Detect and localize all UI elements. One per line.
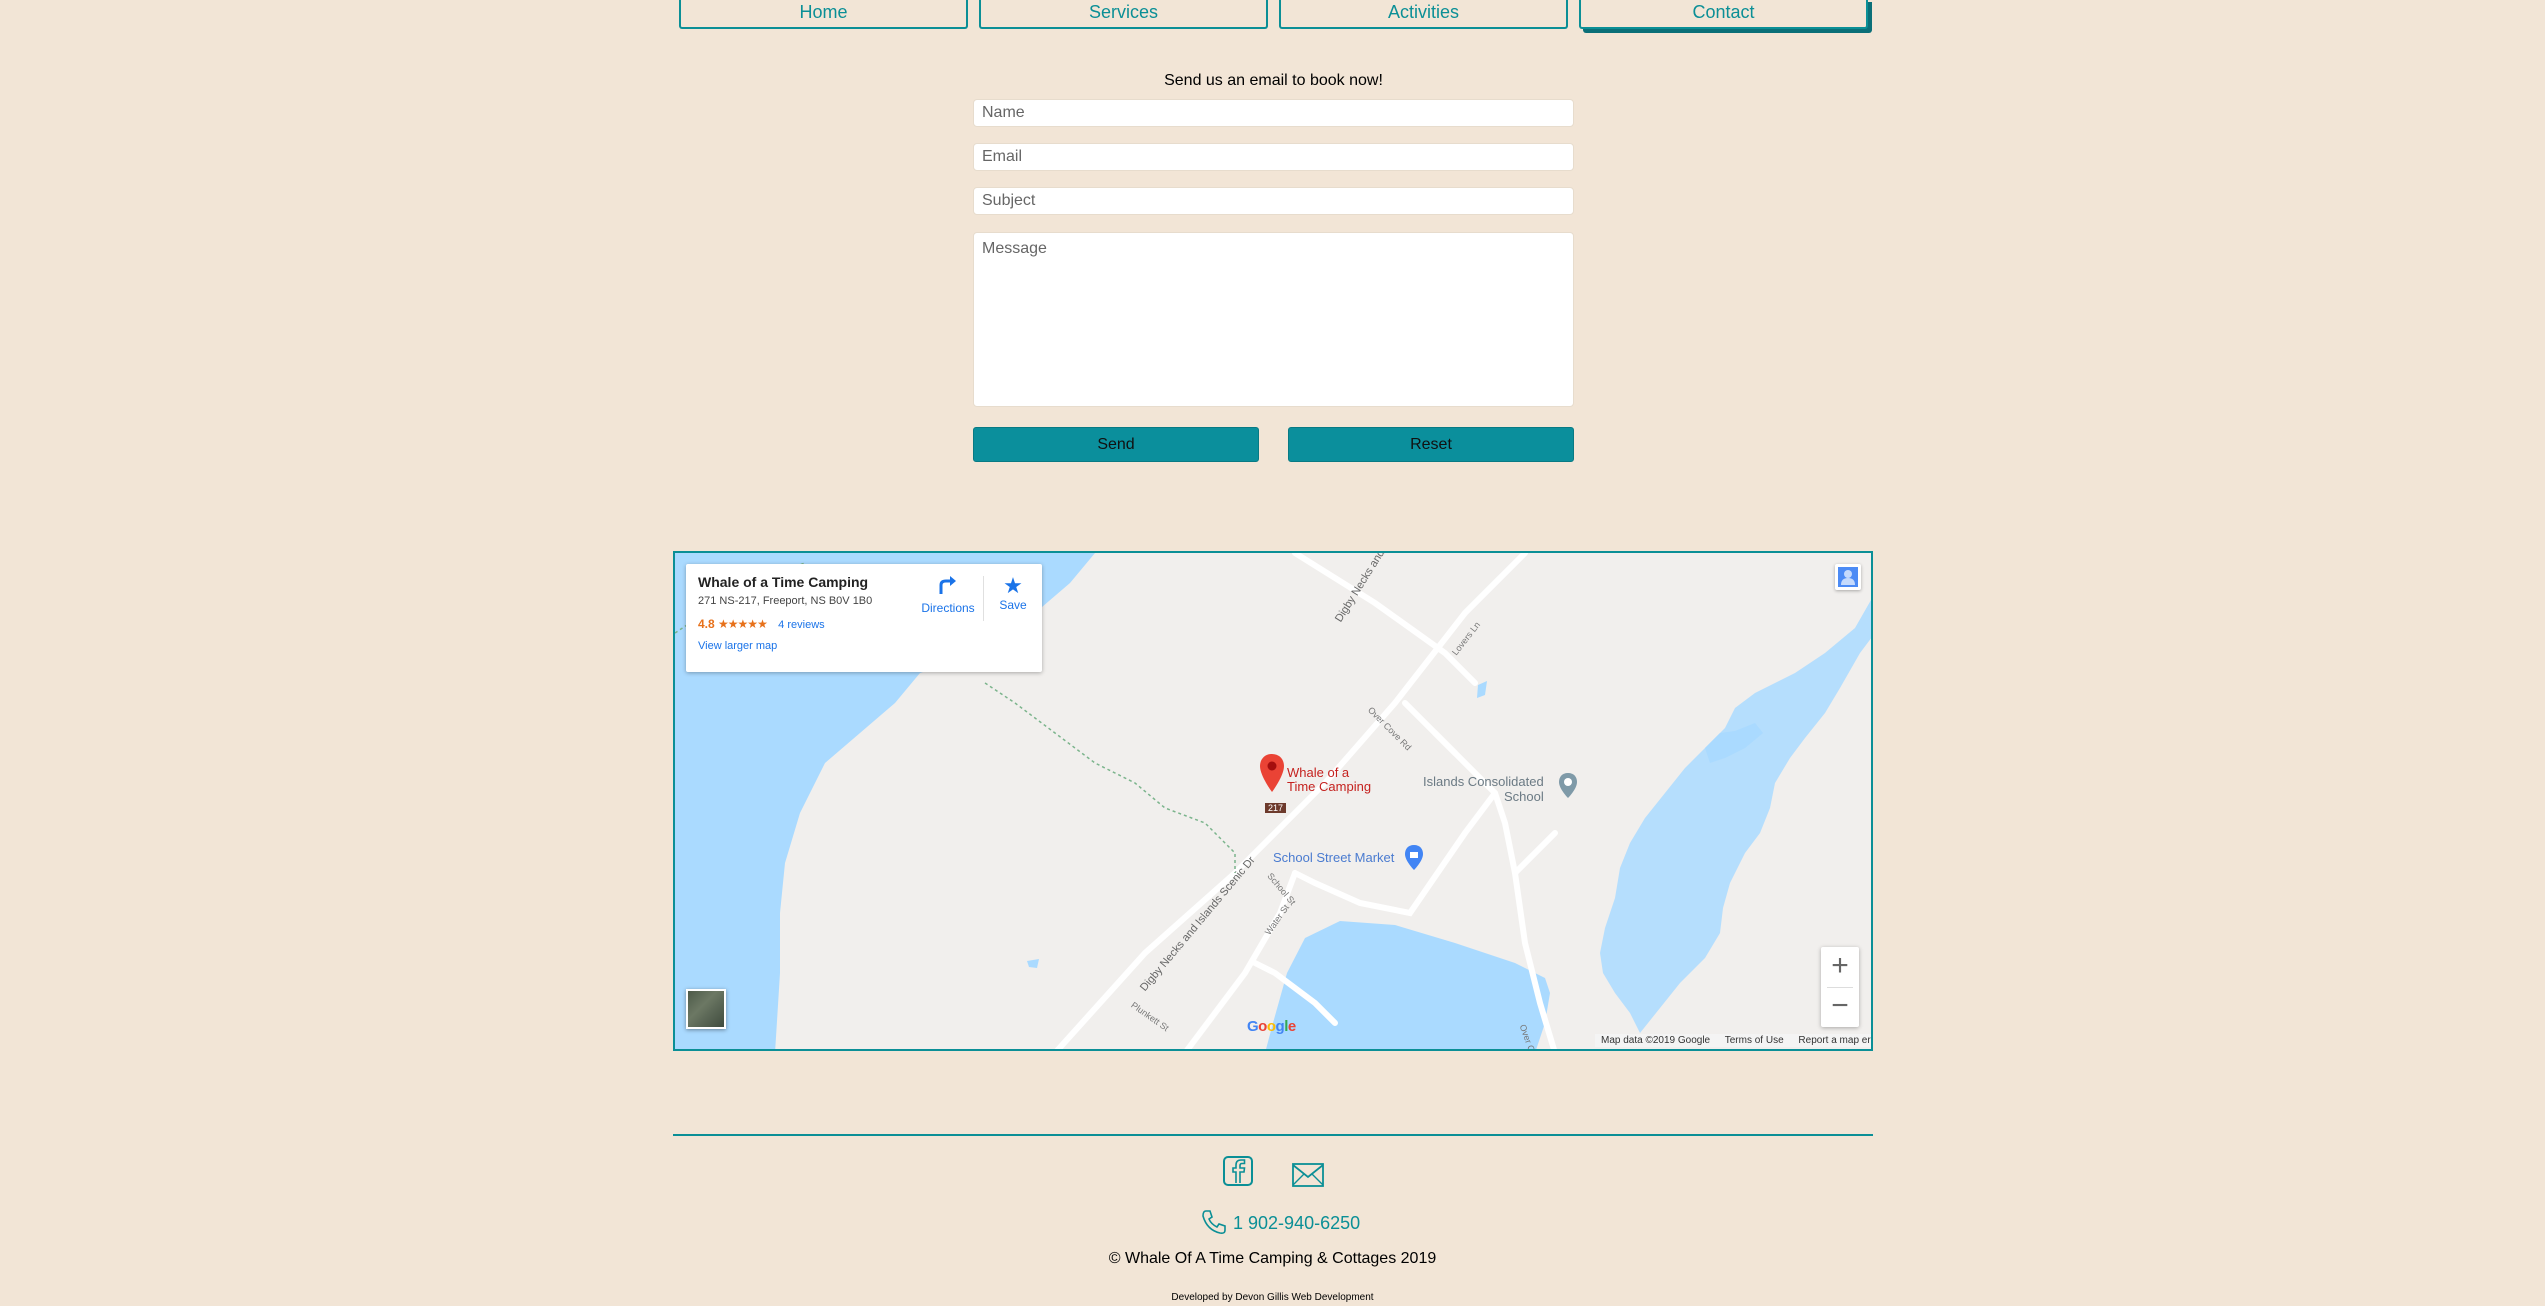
star-icon: ★ (1003, 573, 1023, 598)
zoom-in-button[interactable]: + (1821, 947, 1859, 987)
place-name: Whale of a Time Camping (698, 574, 869, 590)
footer-divider (673, 1134, 1873, 1136)
highway-shield: 217 (1265, 803, 1287, 813)
location-pin-icon (1260, 754, 1284, 792)
zoom-separator (1827, 987, 1853, 988)
copyright-text: © Whale Of A Time Camping & Cottages 201… (1108, 1250, 1437, 1267)
tab-contact[interactable]: Contact (1579, 0, 1868, 29)
reviews-link[interactable]: 4 reviews (778, 619, 824, 631)
subject-field[interactable]: Subject (973, 187, 1574, 215)
tab-services[interactable]: Services (979, 0, 1268, 29)
google-logo: Google (1247, 1018, 1296, 1035)
save-place-button[interactable]: ★ Save (988, 573, 1038, 613)
zoom-control: + − (1821, 947, 1859, 1027)
send-button[interactable]: Send (973, 427, 1259, 462)
embedded-map[interactable]: Whale of a Time Camping 271 NS-217, Free… (673, 551, 1873, 1051)
pin-label-line2: Time Camping (1287, 779, 1372, 794)
facebook-icon[interactable] (1222, 1155, 1254, 1187)
name-field[interactable]: Name (973, 99, 1574, 127)
message-field[interactable]: Message (973, 232, 1574, 407)
poi-school-label: Islands Consolidated School (1423, 774, 1544, 804)
reset-button[interactable]: Reset (1288, 427, 1574, 462)
poi-market-label: School Street Market (1273, 850, 1395, 865)
directions-label: Directions (921, 601, 975, 615)
map-data-text: Map data ©2019 Google (1601, 1035, 1711, 1046)
poi-school-line2: School (1503, 789, 1544, 804)
water-small (1477, 681, 1487, 698)
street-view-pegman[interactable] (1835, 564, 1861, 590)
satellite-toggle-button[interactable] (686, 989, 726, 1029)
phone-link[interactable]: 1 902-940-6250 (1200, 1208, 1360, 1236)
developer-credit: Developed by Devon Gillis Web Developmen… (1171, 1292, 1374, 1303)
view-larger-map-link[interactable]: View larger map (698, 640, 1030, 652)
phone-icon (1202, 1210, 1226, 1234)
place-address: 271 NS-217, Freeport, NS B0V 1B0 (698, 595, 873, 607)
place-info-card: Whale of a Time Camping 271 NS-217, Free… (686, 564, 1042, 672)
main-nav: Home Services Activities Contact (677, 0, 1875, 30)
directions-icon (918, 574, 978, 601)
envelope-icon[interactable] (1292, 1159, 1324, 1191)
pin-label-line1: Whale of a (1287, 765, 1350, 780)
zoom-out-button[interactable]: − (1821, 987, 1859, 1027)
pegman-icon (1838, 567, 1858, 587)
card-divider (983, 576, 984, 621)
poi-school-line1: Islands Consolidated (1423, 774, 1544, 789)
water-dot (1027, 959, 1039, 968)
save-label: Save (999, 598, 1027, 612)
rating-row: 4.8 ★★★★★ 4 reviews (698, 617, 1030, 631)
school-marker-icon (1559, 773, 1577, 798)
phone-number: 1 902-940-6250 (1233, 1213, 1361, 1233)
email-field[interactable]: Email (973, 143, 1574, 171)
map-attribution: Map data ©2019 Google Terms of Use Repor… (1595, 1034, 1871, 1047)
shopping-marker-icon (1405, 845, 1423, 870)
tab-activities[interactable]: Activities (1279, 0, 1568, 29)
form-intro: Send us an email to book now! (1164, 72, 1383, 89)
report-error-link[interactable]: Report a map error (1798, 1035, 1871, 1046)
page: Home Services Activities Contact Send us… (0, 0, 2545, 1306)
pin-label: Whale of a Time Camping (1287, 766, 1371, 794)
directions-button[interactable]: Directions (918, 574, 978, 615)
rating-value: 4.8 (698, 617, 715, 631)
terms-link[interactable]: Terms of Use (1725, 1035, 1784, 1046)
tab-home[interactable]: Home (679, 0, 968, 29)
rating-stars: ★★★★★ (718, 617, 768, 631)
